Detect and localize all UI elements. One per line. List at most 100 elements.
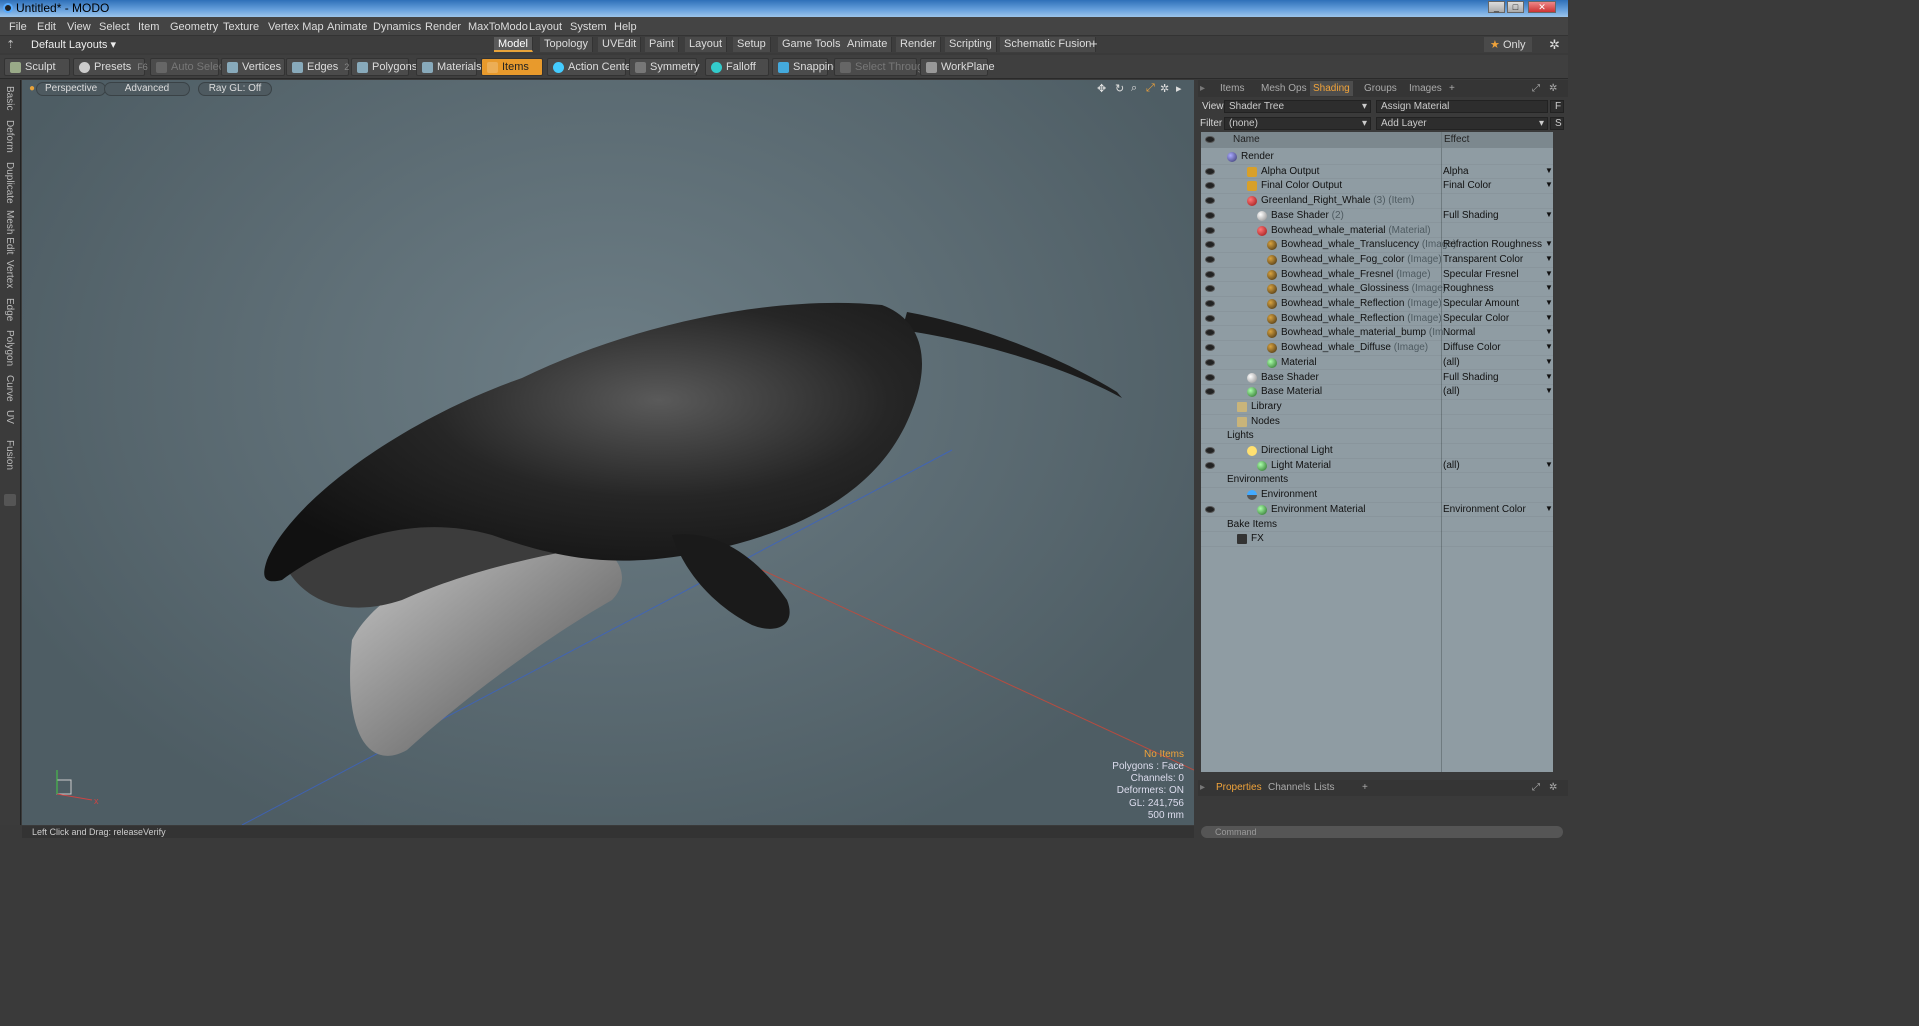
- shader-tree-row[interactable]: Directional Light: [1201, 444, 1553, 459]
- only-toggle[interactable]: ★ Only: [1484, 37, 1532, 52]
- tab-mesh-ops[interactable]: Mesh Ops: [1261, 83, 1307, 94]
- visibility-eye-icon[interactable]: [1205, 197, 1215, 205]
- visibility-eye-icon[interactable]: [1205, 300, 1215, 307]
- visibility-eye-icon[interactable]: [1205, 255, 1215, 263]
- shader-tree-row[interactable]: Bowhead_whale_Fresnel (Image) Specular Fr…: [1201, 268, 1553, 283]
- add-tab-button[interactable]: +: [1090, 36, 1098, 51]
- advanced-dropdown[interactable]: Advanced: [104, 82, 190, 96]
- perspective-dropdown[interactable]: Perspective: [36, 82, 107, 96]
- visibility-eye-icon[interactable]: [1205, 211, 1215, 219]
- shader-tree-row[interactable]: Lights: [1201, 429, 1553, 444]
- menu-select[interactable]: Select: [99, 21, 130, 33]
- menu-help[interactable]: Help: [614, 21, 637, 33]
- bottom-panel-menu-icon[interactable]: ▸: [1200, 782, 1205, 793]
- tab-setup[interactable]: Setup: [733, 37, 771, 52]
- shader-tree-row[interactable]: Environments: [1201, 473, 1553, 489]
- effect-dropdown-arrow-icon[interactable]: ▼: [1545, 298, 1553, 307]
- effect-dropdown-arrow-icon[interactable]: ▼: [1545, 372, 1553, 381]
- tab-render[interactable]: Render: [896, 37, 942, 52]
- layer-effect[interactable]: Transparent Color: [1443, 254, 1523, 265]
- panel-maximize-icon[interactable]: ⤢: [1532, 83, 1540, 94]
- menu-layout[interactable]: Layout: [529, 21, 562, 33]
- menu-item[interactable]: Item: [138, 21, 159, 33]
- tab-shading[interactable]: Shading: [1310, 81, 1353, 96]
- effect-dropdown-arrow-icon[interactable]: ▼: [1545, 239, 1553, 248]
- left-tab-uv[interactable]: UV: [4, 410, 15, 424]
- menu-file[interactable]: File: [9, 21, 27, 33]
- polygons-button[interactable]: Polygons: [351, 58, 417, 76]
- layer-effect[interactable]: Diffuse Color: [1443, 342, 1501, 353]
- tab-uvedit[interactable]: UVEdit: [598, 37, 642, 52]
- tab-schematic-fusion[interactable]: Schematic Fusion: [1000, 37, 1097, 52]
- visibility-eye-icon[interactable]: [1205, 226, 1215, 234]
- tab-groups[interactable]: Groups: [1364, 83, 1397, 94]
- left-tab-polygon[interactable]: Polygon: [4, 330, 15, 366]
- menu-maxtomodo[interactable]: MaxToModo: [468, 21, 528, 33]
- effect-dropdown-arrow-icon[interactable]: ▼: [1545, 254, 1553, 263]
- effect-dropdown-arrow-icon[interactable]: ▼: [1545, 342, 1553, 351]
- effect-dropdown-arrow-icon[interactable]: ▼: [1545, 283, 1553, 292]
- tab-lists[interactable]: Lists: [1314, 782, 1335, 793]
- layout-up-icon[interactable]: ⇡: [6, 38, 15, 51]
- layer-effect[interactable]: Specular Color: [1443, 313, 1509, 324]
- menu-render[interactable]: Render: [425, 21, 461, 33]
- effect-dropdown-arrow-icon[interactable]: ▼: [1545, 210, 1553, 219]
- add-panel-tab-button[interactable]: +: [1449, 83, 1455, 94]
- auto-select-button[interactable]: Auto Select: [150, 58, 227, 76]
- symmetry-button[interactable]: Symmetry: [629, 58, 700, 76]
- shader-tree-row[interactable]: Bowhead_whale_Diffuse (Image) Diffuse Col…: [1201, 341, 1553, 356]
- visibility-eye-icon[interactable]: [1205, 241, 1215, 249]
- shader-tree-row[interactable]: Environment Material Environment Color ▼: [1201, 503, 1553, 518]
- panel-toggle-button[interactable]: [4, 494, 16, 506]
- visibility-eye-icon[interactable]: [1205, 344, 1215, 352]
- action-center-button[interactable]: Action Center: [547, 58, 635, 76]
- shader-tree-row[interactable]: Base Shader (2) Full Shading ▼: [1201, 209, 1553, 224]
- filter-dropdown[interactable]: (none) ▾: [1224, 117, 1371, 130]
- shader-tree-row[interactable]: Light Material (all) ▼: [1201, 459, 1553, 474]
- effect-dropdown-arrow-icon[interactable]: ▼: [1545, 180, 1553, 189]
- shader-tree-row[interactable]: Base Material (all) ▼: [1201, 385, 1553, 400]
- layer-effect[interactable]: Full Shading: [1443, 210, 1499, 221]
- left-tab-duplicate[interactable]: Duplicate: [4, 162, 15, 204]
- shader-tree[interactable]: Name Effect Render Alpha Output Alpha ▼ Fina…: [1201, 132, 1553, 772]
- menu-animate[interactable]: Animate: [327, 21, 367, 33]
- tab-scripting[interactable]: Scripting: [945, 37, 997, 52]
- bottom-panel-gear-icon[interactable]: ✲: [1549, 782, 1557, 793]
- layer-effect[interactable]: Normal: [1443, 327, 1475, 338]
- shader-tree-row[interactable]: Bowhead_whale_Glossiness (Image) Roughnes…: [1201, 282, 1553, 297]
- visibility-eye-icon[interactable]: [1205, 373, 1215, 381]
- layer-effect[interactable]: (all): [1443, 386, 1460, 397]
- gear-icon[interactable]: ✲: [1549, 37, 1560, 53]
- layer-effect[interactable]: Specular Amount: [1443, 298, 1519, 309]
- s-button[interactable]: S: [1550, 117, 1564, 130]
- effect-dropdown-arrow-icon[interactable]: ▼: [1545, 327, 1553, 336]
- workplane-button[interactable]: WorkPlane: [920, 58, 995, 76]
- menu-geometry[interactable]: Geometry: [170, 21, 218, 33]
- left-tab-vertex[interactable]: Vertex: [4, 260, 15, 288]
- presets-button[interactable]: Presets F6: [73, 58, 148, 76]
- menu-dynamics[interactable]: Dynamics: [373, 21, 421, 33]
- layer-effect[interactable]: Alpha: [1443, 166, 1469, 177]
- visibility-eye-icon[interactable]: [1205, 461, 1215, 469]
- tab-items[interactable]: Items: [1220, 83, 1244, 94]
- visibility-eye-icon[interactable]: [1205, 270, 1215, 278]
- viewport-gear-icon[interactable]: ✲: [1160, 82, 1169, 95]
- select-through-button[interactable]: Select Through: [834, 58, 929, 76]
- effect-dropdown-arrow-icon[interactable]: ▼: [1545, 357, 1553, 366]
- effect-dropdown-arrow-icon[interactable]: ▼: [1545, 269, 1553, 278]
- view-dropdown[interactable]: Shader Tree ▾: [1224, 100, 1371, 113]
- sculpt-button[interactable]: Sculpt: [4, 58, 70, 76]
- shader-tree-row[interactable]: Bowhead_whale_material (Material): [1201, 224, 1553, 239]
- effect-dropdown-arrow-icon[interactable]: ▼: [1545, 460, 1553, 469]
- shader-tree-row[interactable]: Alpha Output Alpha ▼: [1201, 165, 1553, 180]
- rotate-icon[interactable]: ↻: [1115, 82, 1124, 95]
- tab-model[interactable]: Model: [494, 37, 533, 52]
- layer-effect[interactable]: Refraction Roughness: [1443, 239, 1542, 250]
- vertices-button[interactable]: Vertices1: [221, 58, 292, 76]
- left-tab-deform[interactable]: Deform: [4, 120, 15, 153]
- menu-system[interactable]: System: [570, 21, 607, 33]
- shader-tree-row[interactable]: Bake Items: [1201, 518, 1553, 533]
- left-tab-curve[interactable]: Curve: [4, 375, 15, 402]
- raygl-toggle[interactable]: Ray GL: Off: [198, 82, 272, 96]
- items-button[interactable]: Items: [481, 58, 543, 76]
